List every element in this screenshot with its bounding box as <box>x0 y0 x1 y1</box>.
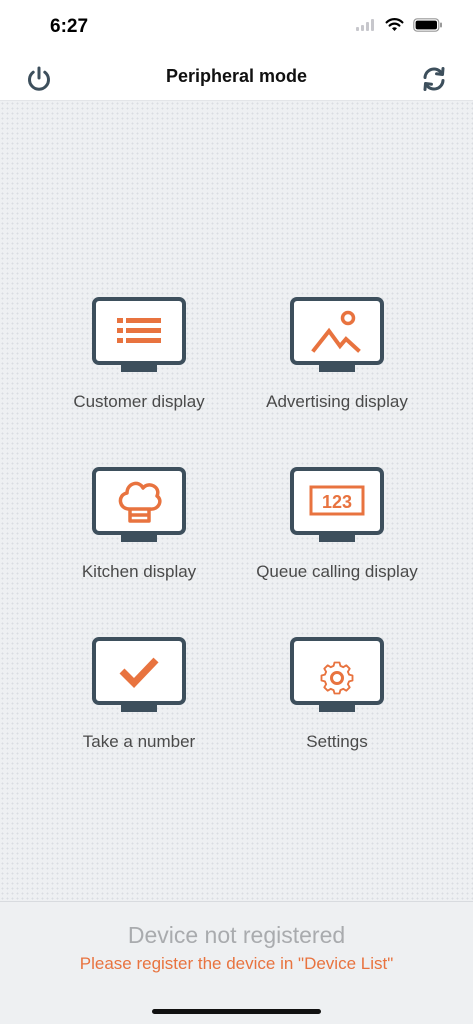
mode-grid: Customer display Advertising display Kit… <box>40 297 436 770</box>
tile-label: Customer display <box>73 392 205 411</box>
registration-status: Device not registered <box>127 922 346 948</box>
sync-icon <box>423 67 445 91</box>
tile-label: Kitchen display <box>81 562 197 581</box>
status-bar: 6:27 <box>0 0 473 54</box>
status-time: 6:27 <box>50 16 89 37</box>
registration-footer: Device not registered Please register th… <box>0 901 473 1024</box>
tile-label: Queue calling display <box>256 562 418 581</box>
take-a-number-icon <box>92 637 186 712</box>
tile-label: Advertising display <box>266 392 408 411</box>
tile-settings[interactable]: Settings <box>238 637 436 770</box>
page-title: Peripheral mode <box>165 66 308 86</box>
nav-bar: Peripheral mode <box>0 54 473 101</box>
tile-take-a-number[interactable]: Take a number <box>40 637 238 770</box>
home-indicator[interactable] <box>152 1009 321 1014</box>
kitchen-display-icon <box>92 467 186 542</box>
status-icons <box>356 18 443 32</box>
registration-hint[interactable]: Please register the device in "Device Li… <box>0 954 473 974</box>
customer-display-icon <box>92 297 186 372</box>
tile-kitchen-display[interactable]: Kitchen display <box>40 467 238 600</box>
queue-number: 123 <box>322 492 352 512</box>
tile-queue-calling-display[interactable]: 123 Queue calling display <box>238 467 436 600</box>
tile-label: Settings <box>306 732 368 751</box>
battery-icon <box>413 18 442 32</box>
main-content: Customer display Advertising display Kit… <box>0 101 473 901</box>
tile-advertising-display[interactable]: Advertising display <box>238 297 436 430</box>
queue-calling-display-icon: 123 <box>290 467 384 542</box>
sync-button[interactable] <box>417 62 451 96</box>
signal-icon <box>356 19 374 31</box>
wifi-icon <box>385 18 404 31</box>
tile-customer-display[interactable]: Customer display <box>40 297 238 430</box>
tile-label: Take a number <box>82 732 196 751</box>
settings-display-icon <box>290 637 384 712</box>
advertising-display-icon <box>290 297 384 372</box>
